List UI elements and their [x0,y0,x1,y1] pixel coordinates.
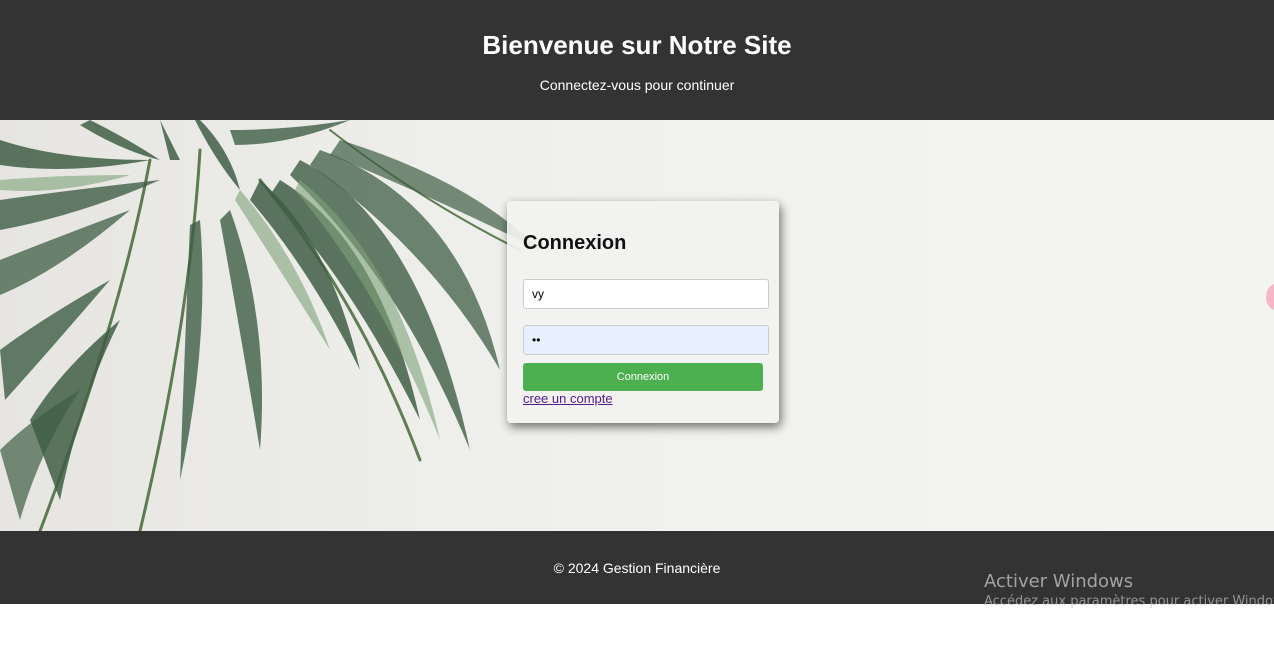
create-account-link[interactable]: cree un compte [523,391,613,406]
site-header: Bienvenue sur Notre Site Connectez-vous … [0,0,1274,120]
pink-decoration [1266,284,1274,310]
login-button[interactable]: Connexion [523,363,763,391]
login-form: Connexion Connexion cree un compte [507,201,779,423]
username-input[interactable] [523,279,769,309]
page-title: Bienvenue sur Notre Site [482,30,792,60]
site-footer: © 2024 Gestion Financière [0,531,1274,604]
login-title: Connexion [523,232,627,254]
page-subtitle: Connectez-vous pour continuer [539,77,735,93]
password-input[interactable] [523,325,769,355]
footer-copyright: © 2024 Gestion Financière [553,560,721,576]
